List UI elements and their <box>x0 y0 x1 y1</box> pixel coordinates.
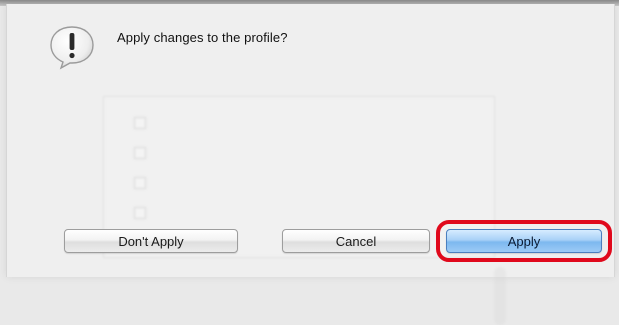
checkbox-icon <box>134 177 146 189</box>
alert-icon <box>47 24 97 70</box>
checkbox-icon <box>134 207 146 219</box>
background-list-item <box>134 115 146 131</box>
checkbox-icon <box>134 117 146 129</box>
background-list-item <box>134 205 146 221</box>
background-scrollbar <box>494 267 506 325</box>
apply-button[interactable]: Apply <box>446 229 602 253</box>
dialog-message: Apply changes to the profile? <box>117 30 288 45</box>
background-text <box>385 36 545 51</box>
dont-apply-button[interactable]: Don't Apply <box>64 229 238 253</box>
background-list-item <box>134 145 146 161</box>
cancel-button[interactable]: Cancel <box>282 229 430 253</box>
checkbox-icon <box>134 147 146 159</box>
background-list-item <box>134 175 146 191</box>
